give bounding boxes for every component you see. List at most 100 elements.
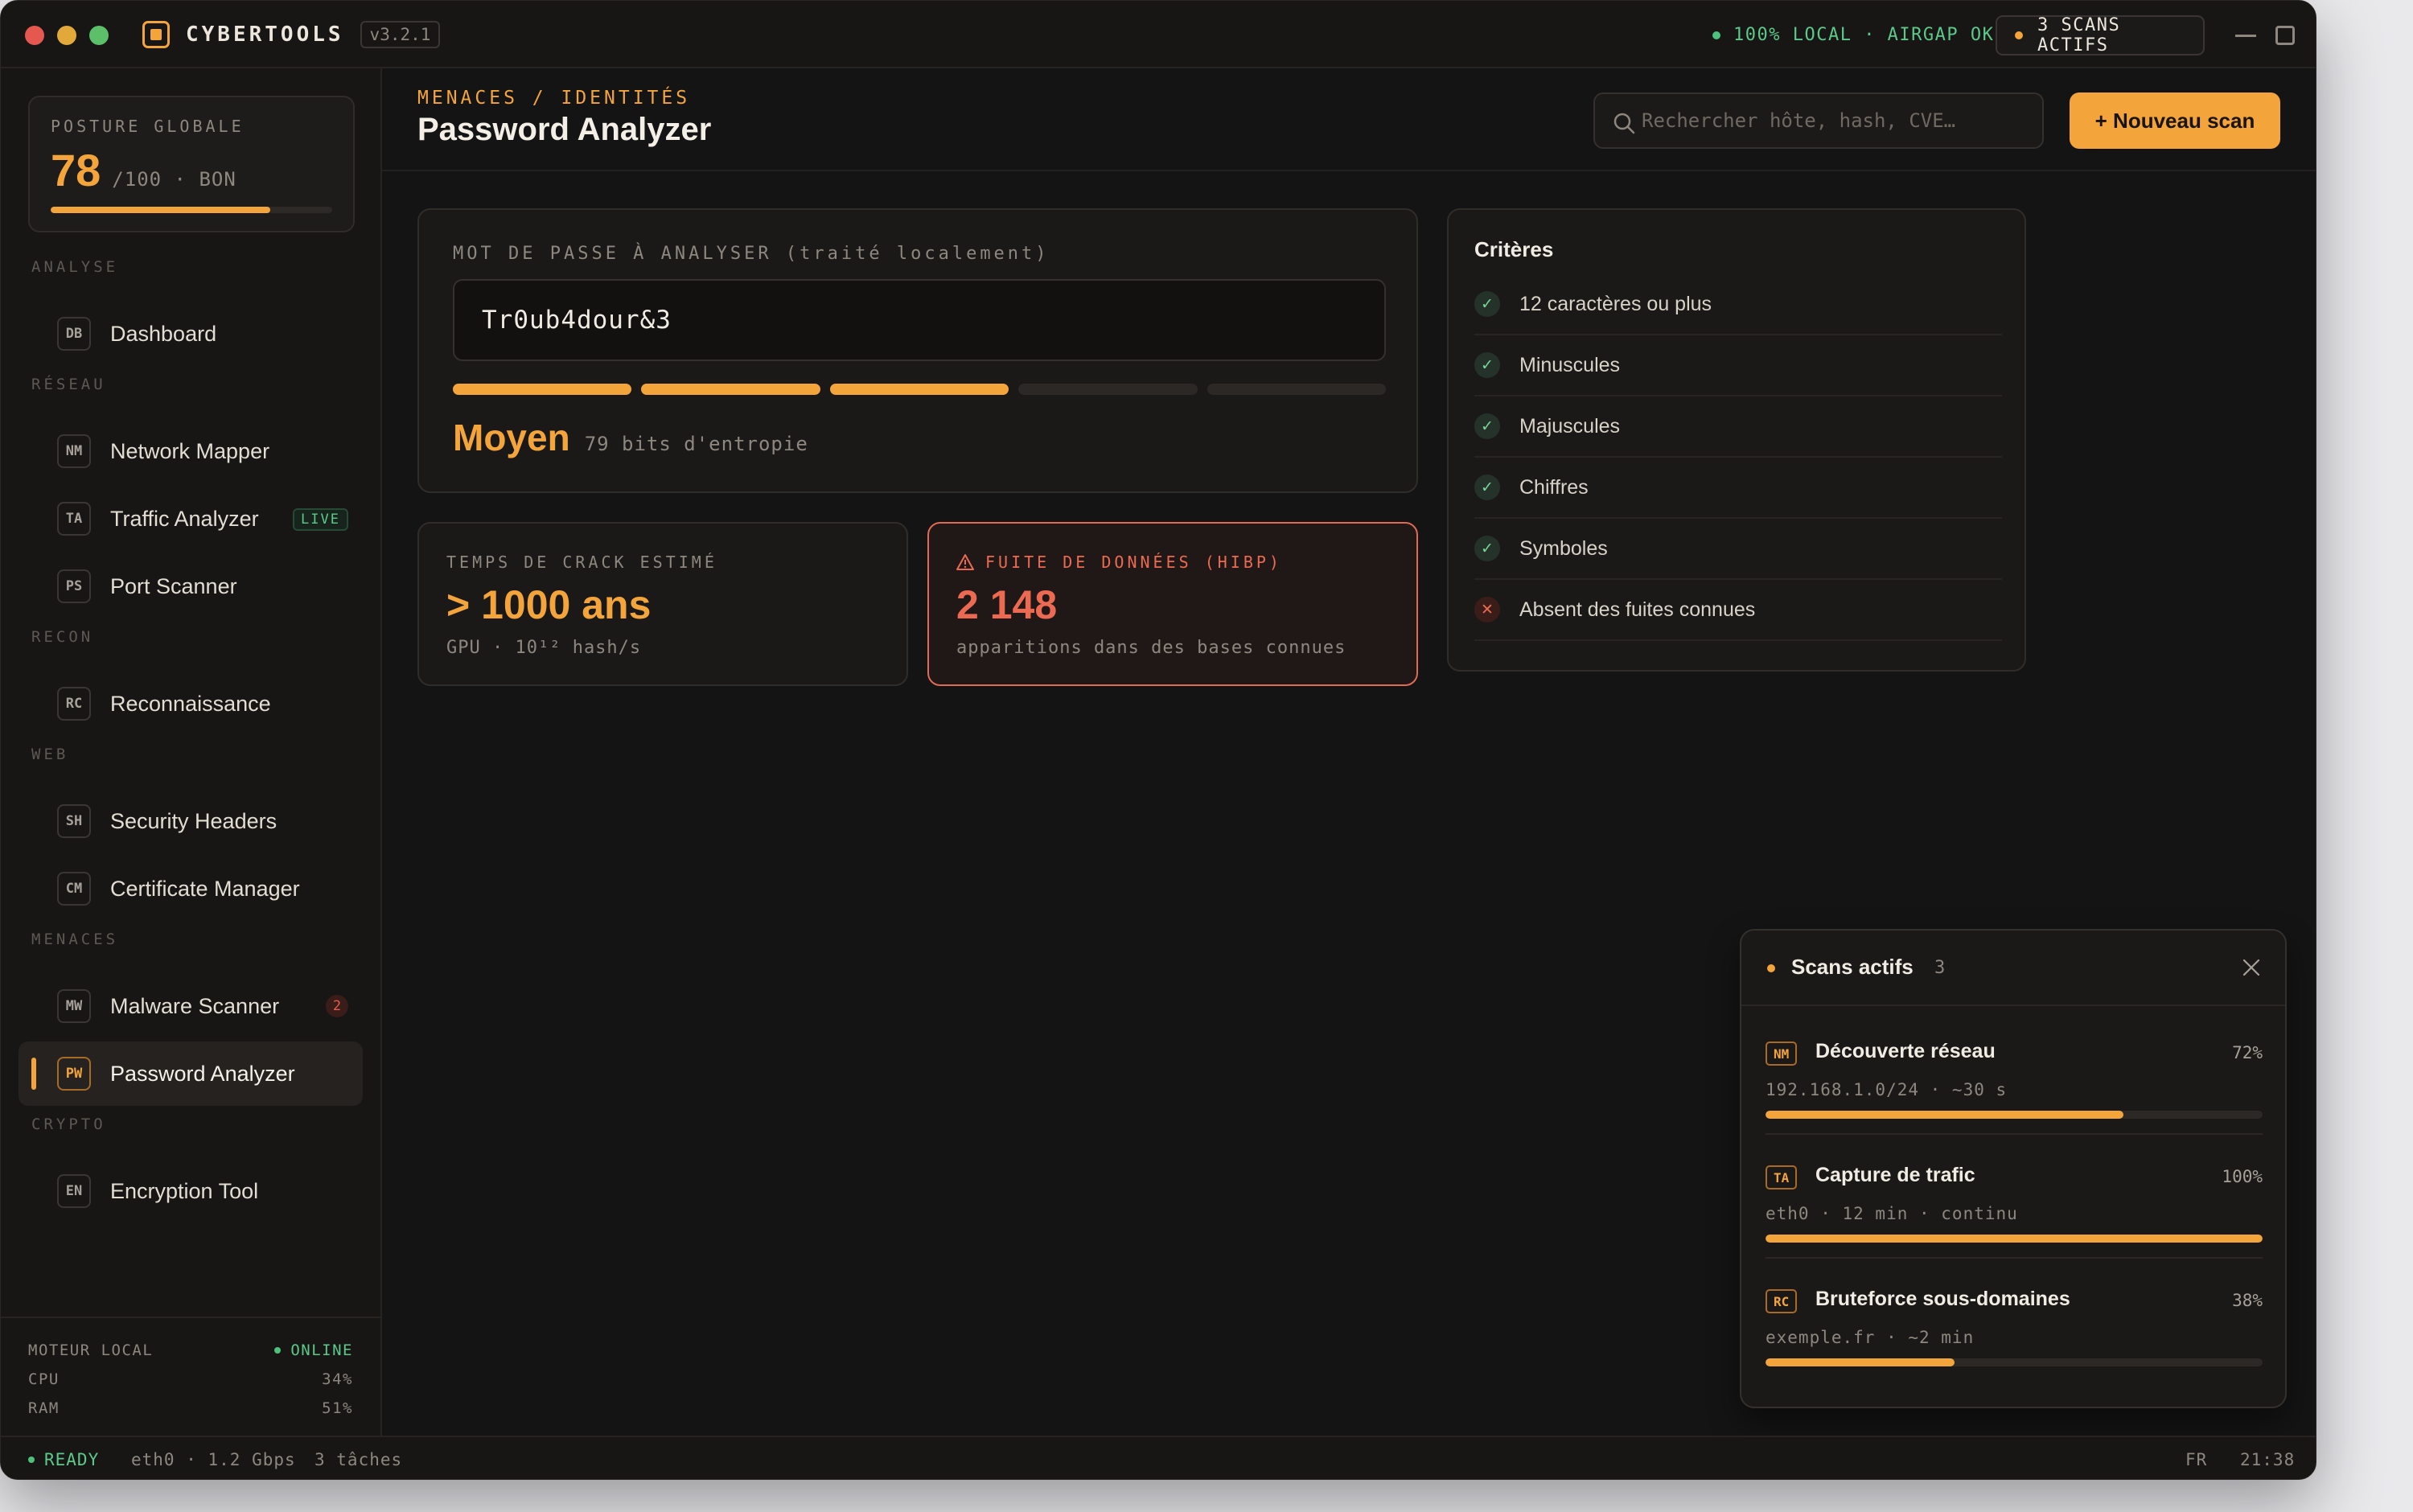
sidebar-item-label: Encryption Tool	[110, 1178, 259, 1203]
window-controls	[25, 26, 109, 45]
close-icon[interactable]	[2242, 958, 2261, 977]
interface-info: eth0 · 1.2 Gbps	[131, 1450, 296, 1469]
cpu-label: CPU	[28, 1370, 60, 1388]
title-bar: CYBERTOOLS v3.2.1 100% LOCAL · AIRGAP OK…	[1, 1, 2316, 68]
nav-code-icon: PW	[57, 1057, 91, 1091]
nav-code-icon: MW	[57, 989, 91, 1023]
nav-code-icon: DB	[57, 317, 91, 351]
nav-code-icon: CM	[57, 872, 91, 906]
sidebar-item-label: Password Analyzer	[110, 1061, 295, 1086]
check-icon: ✓	[1474, 413, 1500, 439]
active-scans-button[interactable]: 3 SCANS ACTIFS	[1996, 15, 2205, 55]
leak-sub: apparitions dans des bases connues	[956, 638, 1346, 658]
scan-row[interactable]: RC Bruteforce sous-domaines 38% exemple.fr …	[1766, 1259, 2263, 1383]
strength-verdict: Moyen	[453, 417, 570, 458]
active-scans-label: 3 SCANS ACTIFS	[2037, 15, 2121, 55]
nav-code-icon: TA	[57, 502, 91, 536]
scan-tool-code: RC	[1766, 1289, 1798, 1313]
scan-progress-fill	[1766, 1235, 2263, 1243]
page-title: Password Analyzer	[417, 112, 712, 147]
sidebar-item-encryption-tool[interactable]: EN Encryption Tool	[18, 1159, 363, 1223]
check-icon: ✓	[1474, 352, 1500, 378]
sidebar: POSTURE GLOBALE 78 /100 · BON ANALYSE DB…	[1, 68, 382, 1436]
cross-icon: ✕	[1474, 597, 1500, 622]
scan-tool-code: TA	[1766, 1165, 1798, 1189]
breadcrumb[interactable]: MENACES / IDENTITÉS	[417, 88, 690, 109]
scan-meta: eth0 · 12 min · continu	[1766, 1204, 2018, 1223]
engine-label: MOTEUR LOCAL	[28, 1341, 154, 1359]
crack-time-card: TEMPS DE CRACK ESTIMÉ > 1000 ans GPU · 1…	[417, 522, 908, 686]
check-icon: ✓	[1474, 475, 1500, 500]
leak-value: 2 148	[956, 582, 1058, 627]
criteria-item: ✓ Chiffres	[1474, 458, 2002, 519]
nav-code-icon: EN	[57, 1174, 91, 1208]
criteria-label: Minuscules	[1519, 353, 1621, 376]
scan-row[interactable]: TA Capture de trafic 100% eth0 · 12 min · c…	[1766, 1135, 2263, 1259]
scan-meta: exemple.fr · ~2 min	[1766, 1328, 1975, 1347]
sidebar-item-dashboard[interactable]: DB Dashboard	[18, 302, 363, 366]
search-input[interactable]: Rechercher hôte, hash, CVE…	[1593, 92, 2044, 149]
brand-name: CYBERTOOLS	[186, 23, 344, 47]
sidebar-item-malware-scanner[interactable]: MW Malware Scanner 2	[18, 974, 363, 1038]
close-window-button[interactable]	[25, 26, 44, 45]
scans-panel-header: Scans actifs 3	[1741, 931, 2285, 1006]
language-indicator[interactable]: FR	[2185, 1450, 2207, 1469]
crack-sub: GPU · 10¹² hash/s	[446, 638, 642, 658]
sidebar-item-security-headers[interactable]: SH Security Headers	[18, 789, 363, 853]
sidebar-item-network-mapper[interactable]: NM Network Mapper	[18, 419, 363, 483]
nav-section-menaces: MENACES	[31, 931, 119, 948]
entropy-text: 79 bits d'entropie	[584, 433, 808, 455]
scan-row[interactable]: NM Découverte réseau 72% 192.168.1.0/24 · ~…	[1766, 1011, 2263, 1135]
posture-bar	[51, 207, 332, 213]
nav-code-icon: RC	[57, 687, 91, 721]
live-badge: LIVE	[293, 508, 348, 531]
engine-status-text: ONLINE	[290, 1341, 353, 1359]
nav-section-reseau: RÉSEAU	[31, 376, 106, 393]
nav-code-icon: NM	[57, 434, 91, 468]
status-dot-icon	[1712, 31, 1720, 39]
check-icon: ✓	[1474, 291, 1500, 317]
version-badge: v3.2.1	[360, 21, 441, 48]
active-indicator	[31, 1058, 36, 1090]
status-bar: READY eth0 · 1.2 Gbps 3 tâches FR 21:38	[1, 1436, 2316, 1479]
sidebar-item-password-analyzer[interactable]: PW Password Analyzer	[18, 1042, 363, 1106]
ram-value: 51%	[322, 1399, 353, 1417]
sidebar-item-port-scanner[interactable]: PS Port Scanner	[18, 554, 363, 618]
sidebar-item-reconnaissance[interactable]: RC Reconnaissance	[18, 672, 363, 736]
posture-sub: /100 · BON	[112, 168, 236, 191]
zoom-window-button[interactable]	[89, 26, 109, 45]
warning-icon	[956, 554, 974, 570]
engine-status: ONLINE	[274, 1341, 353, 1359]
strength-segment	[453, 384, 632, 395]
password-input[interactable]: Tr0ub4dour&3	[453, 279, 1386, 361]
new-scan-button[interactable]: + Nouveau scan	[2070, 92, 2280, 149]
criteria-item: ✓ Minuscules	[1474, 335, 2002, 396]
criteria-list: ✓ 12 caractères ou plus ✓ Minuscules ✓ Majusc…	[1474, 274, 2002, 641]
sidebar-item-label: Dashboard	[110, 321, 217, 346]
criteria-label: Chiffres	[1519, 475, 1589, 499]
sidebar-item-traffic-analyzer[interactable]: TA Traffic Analyzer LIVE	[18, 487, 363, 551]
tasks-count[interactable]: 3 tâches	[314, 1450, 402, 1469]
criteria-item: ✓ Symboles	[1474, 519, 2002, 580]
criteria-item: ✕ Absent des fuites connues	[1474, 580, 2002, 641]
criteria-item: ✓ 12 caractères ou plus	[1474, 274, 2002, 335]
sidebar-item-certificate-manager[interactable]: CM Certificate Manager	[18, 857, 363, 921]
scan-dot-icon	[2015, 31, 2023, 39]
scan-percent: 38%	[2232, 1291, 2263, 1310]
engine-panel: MOTEUR LOCAL ONLINE CPU 34% RAM 51%	[1, 1317, 380, 1436]
scan-name: Bruteforce sous-domaines	[1815, 1288, 2070, 1310]
scan-name: Découverte réseau	[1815, 1040, 1996, 1062]
maximize-icon[interactable]	[2275, 26, 2295, 45]
posture-card: POSTURE GLOBALE 78 /100 · BON	[28, 96, 355, 232]
scan-tool-code: NM	[1766, 1042, 1798, 1066]
nav-code-icon: SH	[57, 804, 91, 838]
minimize-icon[interactable]	[2235, 35, 2256, 37]
sidebar-item-label: Network Mapper	[110, 438, 270, 463]
scan-progress-fill	[1766, 1111, 2123, 1119]
minimize-window-button[interactable]	[57, 26, 76, 45]
search-placeholder: Rechercher hôte, hash, CVE…	[1642, 109, 1956, 132]
leak-card: FUITE DE DONNÉES (HIBP) 2 148 apparition…	[927, 522, 1418, 686]
strength-segment	[829, 384, 1009, 395]
posture-bar-fill	[51, 207, 270, 213]
ready-text: READY	[44, 1450, 100, 1469]
